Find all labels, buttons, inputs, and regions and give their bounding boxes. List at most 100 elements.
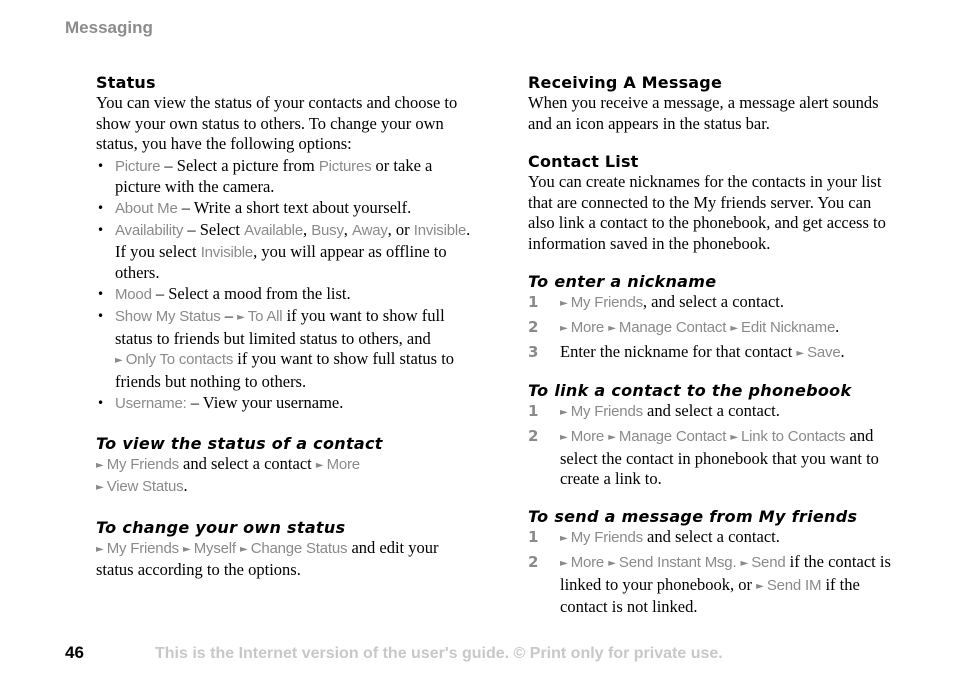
menu-term: Manage Contact <box>618 319 727 336</box>
step-item: 3 Enter the nickname for that contact ► Sa… <box>528 342 845 361</box>
arrow-right-icon: ► <box>608 558 616 569</box>
arrow-right-icon: ► <box>560 533 568 544</box>
menu-term: Send Instant Msg. <box>618 554 737 571</box>
page-number: 46 <box>65 643 84 662</box>
arrow-right-icon: ► <box>608 432 616 443</box>
menu-term: More <box>326 455 361 473</box>
arrow-right-icon: ► <box>796 348 805 359</box>
menu-term: Myself <box>193 539 236 557</box>
menu-term: About Me <box>115 200 178 217</box>
send-steps: 1 ► My Friends and select a contact. 2 ► More… <box>528 527 898 618</box>
menu-term: More <box>570 319 605 336</box>
step-item: 1 ► My Friends and select a contact. <box>528 401 780 420</box>
bullet-icon: • <box>97 158 105 173</box>
menu-term: Edit Nickname <box>741 319 836 336</box>
menu-term: Manage Contact <box>618 428 727 445</box>
menu-term: Change Status <box>250 539 348 557</box>
contact-list-heading: Contact List <box>528 152 639 171</box>
menu-term: Busy <box>311 222 344 239</box>
menu-term: Availability <box>115 222 184 239</box>
step-item: 1 ► My Friends, and select a contact. <box>528 292 784 311</box>
step-item: 2 ► More ► Manage Contact ► Edit Nickname. <box>528 317 840 336</box>
menu-term: Link to Contacts <box>741 428 846 445</box>
step-item: 2 ► More ► Send Instant Msg. ► Send if the c… <box>528 552 891 616</box>
list-item: • Mood – Select a mood from the list. <box>97 284 351 303</box>
menu-term: Invisible <box>413 222 467 239</box>
step-item: 1 ► My Friends and select a contact. <box>528 527 780 546</box>
menu-term: To All <box>247 308 283 325</box>
arrow-right-icon: ► <box>730 323 739 334</box>
step-number: 1 <box>528 402 539 420</box>
arrow-right-icon: ► <box>96 459 104 471</box>
bullet-icon: • <box>97 309 105 323</box>
menu-term: My Friends <box>106 455 179 473</box>
menu-term: My Friends <box>570 294 643 311</box>
list-item: • About Me – Write a short text about you… <box>97 198 412 217</box>
menu-term: More <box>570 428 605 445</box>
list-item: • Show My Status – ► To All if you want to… <box>97 306 455 391</box>
menu-term: Send IM <box>766 576 822 594</box>
menu-term: My Friends <box>570 529 643 546</box>
step-number: 3 <box>528 343 539 361</box>
menu-term: Show My Status <box>115 308 221 325</box>
step-number: 2 <box>528 553 539 571</box>
arrow-right-icon: ► <box>115 355 123 366</box>
list-item: • Picture – Select a picture from Picture… <box>97 155 433 197</box>
receiving-body: When you receive a message, a message al… <box>528 93 879 133</box>
menu-term: Available <box>244 222 303 239</box>
arrow-right-icon: ► <box>239 543 248 555</box>
step-number: 2 <box>528 318 539 336</box>
arrow-right-icon: ► <box>730 432 739 443</box>
menu-term: My Friends <box>570 403 643 420</box>
arrow-right-icon: ► <box>315 459 324 471</box>
menu-term: Username: <box>115 394 187 412</box>
nickname-steps: 1 ► My Friends, and select a contact. 2 ► Mor… <box>528 292 898 365</box>
arrow-right-icon: ► <box>740 558 749 569</box>
list-item: • Username: – View your username. <box>97 392 344 412</box>
arrow-right-icon: ► <box>96 482 104 493</box>
send-heading: To send a message from My friends <box>528 507 858 526</box>
arrow-right-icon: ► <box>237 312 245 323</box>
arrow-right-icon: ► <box>96 543 104 555</box>
menu-term: More <box>570 554 605 571</box>
menu-term: Send <box>751 554 786 571</box>
menu-term: Only To contacts <box>125 351 234 368</box>
arrow-right-icon: ► <box>560 558 568 569</box>
status-heading: Status <box>96 73 156 92</box>
arrow-right-icon: ► <box>756 580 764 592</box>
receiving-heading: Receiving A Message <box>528 73 722 92</box>
arrow-right-icon: ► <box>560 298 568 309</box>
footer-note: This is the Internet version of the user… <box>155 645 723 662</box>
menu-term: Away <box>352 222 388 239</box>
contact-list-body: You can create nicknames for the contact… <box>528 172 886 253</box>
bullet-icon: • <box>97 395 105 410</box>
list-item: • Availability – Select Available, Busy, … <box>97 220 471 282</box>
menu-term: Mood <box>115 286 152 303</box>
menu-term: View Status <box>106 478 184 495</box>
left-column: Status You can view the status of your c… <box>96 73 471 581</box>
status-options-list: • Picture – Select a picture from Picture… <box>96 156 471 415</box>
menu-term: Save <box>807 344 841 361</box>
nickname-heading: To enter a nickname <box>528 272 717 291</box>
arrow-right-icon: ► <box>560 407 568 418</box>
menu-term: Picture <box>115 157 161 175</box>
arrow-right-icon: ► <box>608 323 616 334</box>
step-number: 1 <box>528 293 539 311</box>
menu-term: Invisible <box>200 243 254 261</box>
arrow-right-icon: ► <box>560 432 568 443</box>
menu-term: My Friends <box>106 539 179 557</box>
menu-term: Pictures <box>318 157 372 175</box>
view-status-heading: To view the status of a contact <box>96 433 383 453</box>
step-item: 2 ► More ► Manage Contact ► Link to Contacts… <box>528 426 879 488</box>
bullet-icon: • <box>97 223 105 237</box>
arrow-right-icon: ► <box>183 543 191 555</box>
step-number: 2 <box>528 427 539 445</box>
link-heading: To link a contact to the phonebook <box>528 381 852 400</box>
arrow-right-icon: ► <box>560 323 568 334</box>
bullet-icon: • <box>97 287 105 301</box>
section-header: Messaging <box>65 18 153 37</box>
change-status-instructions: ► My Friends ► Myself ► Change Status and e… <box>96 537 439 580</box>
status-intro: You can view the status of your contacts… <box>96 93 458 153</box>
right-column: Receiving A Message When you receive a m… <box>528 73 898 620</box>
link-steps: 1 ► My Friends and select a contact. 2 ► More… <box>528 401 898 490</box>
